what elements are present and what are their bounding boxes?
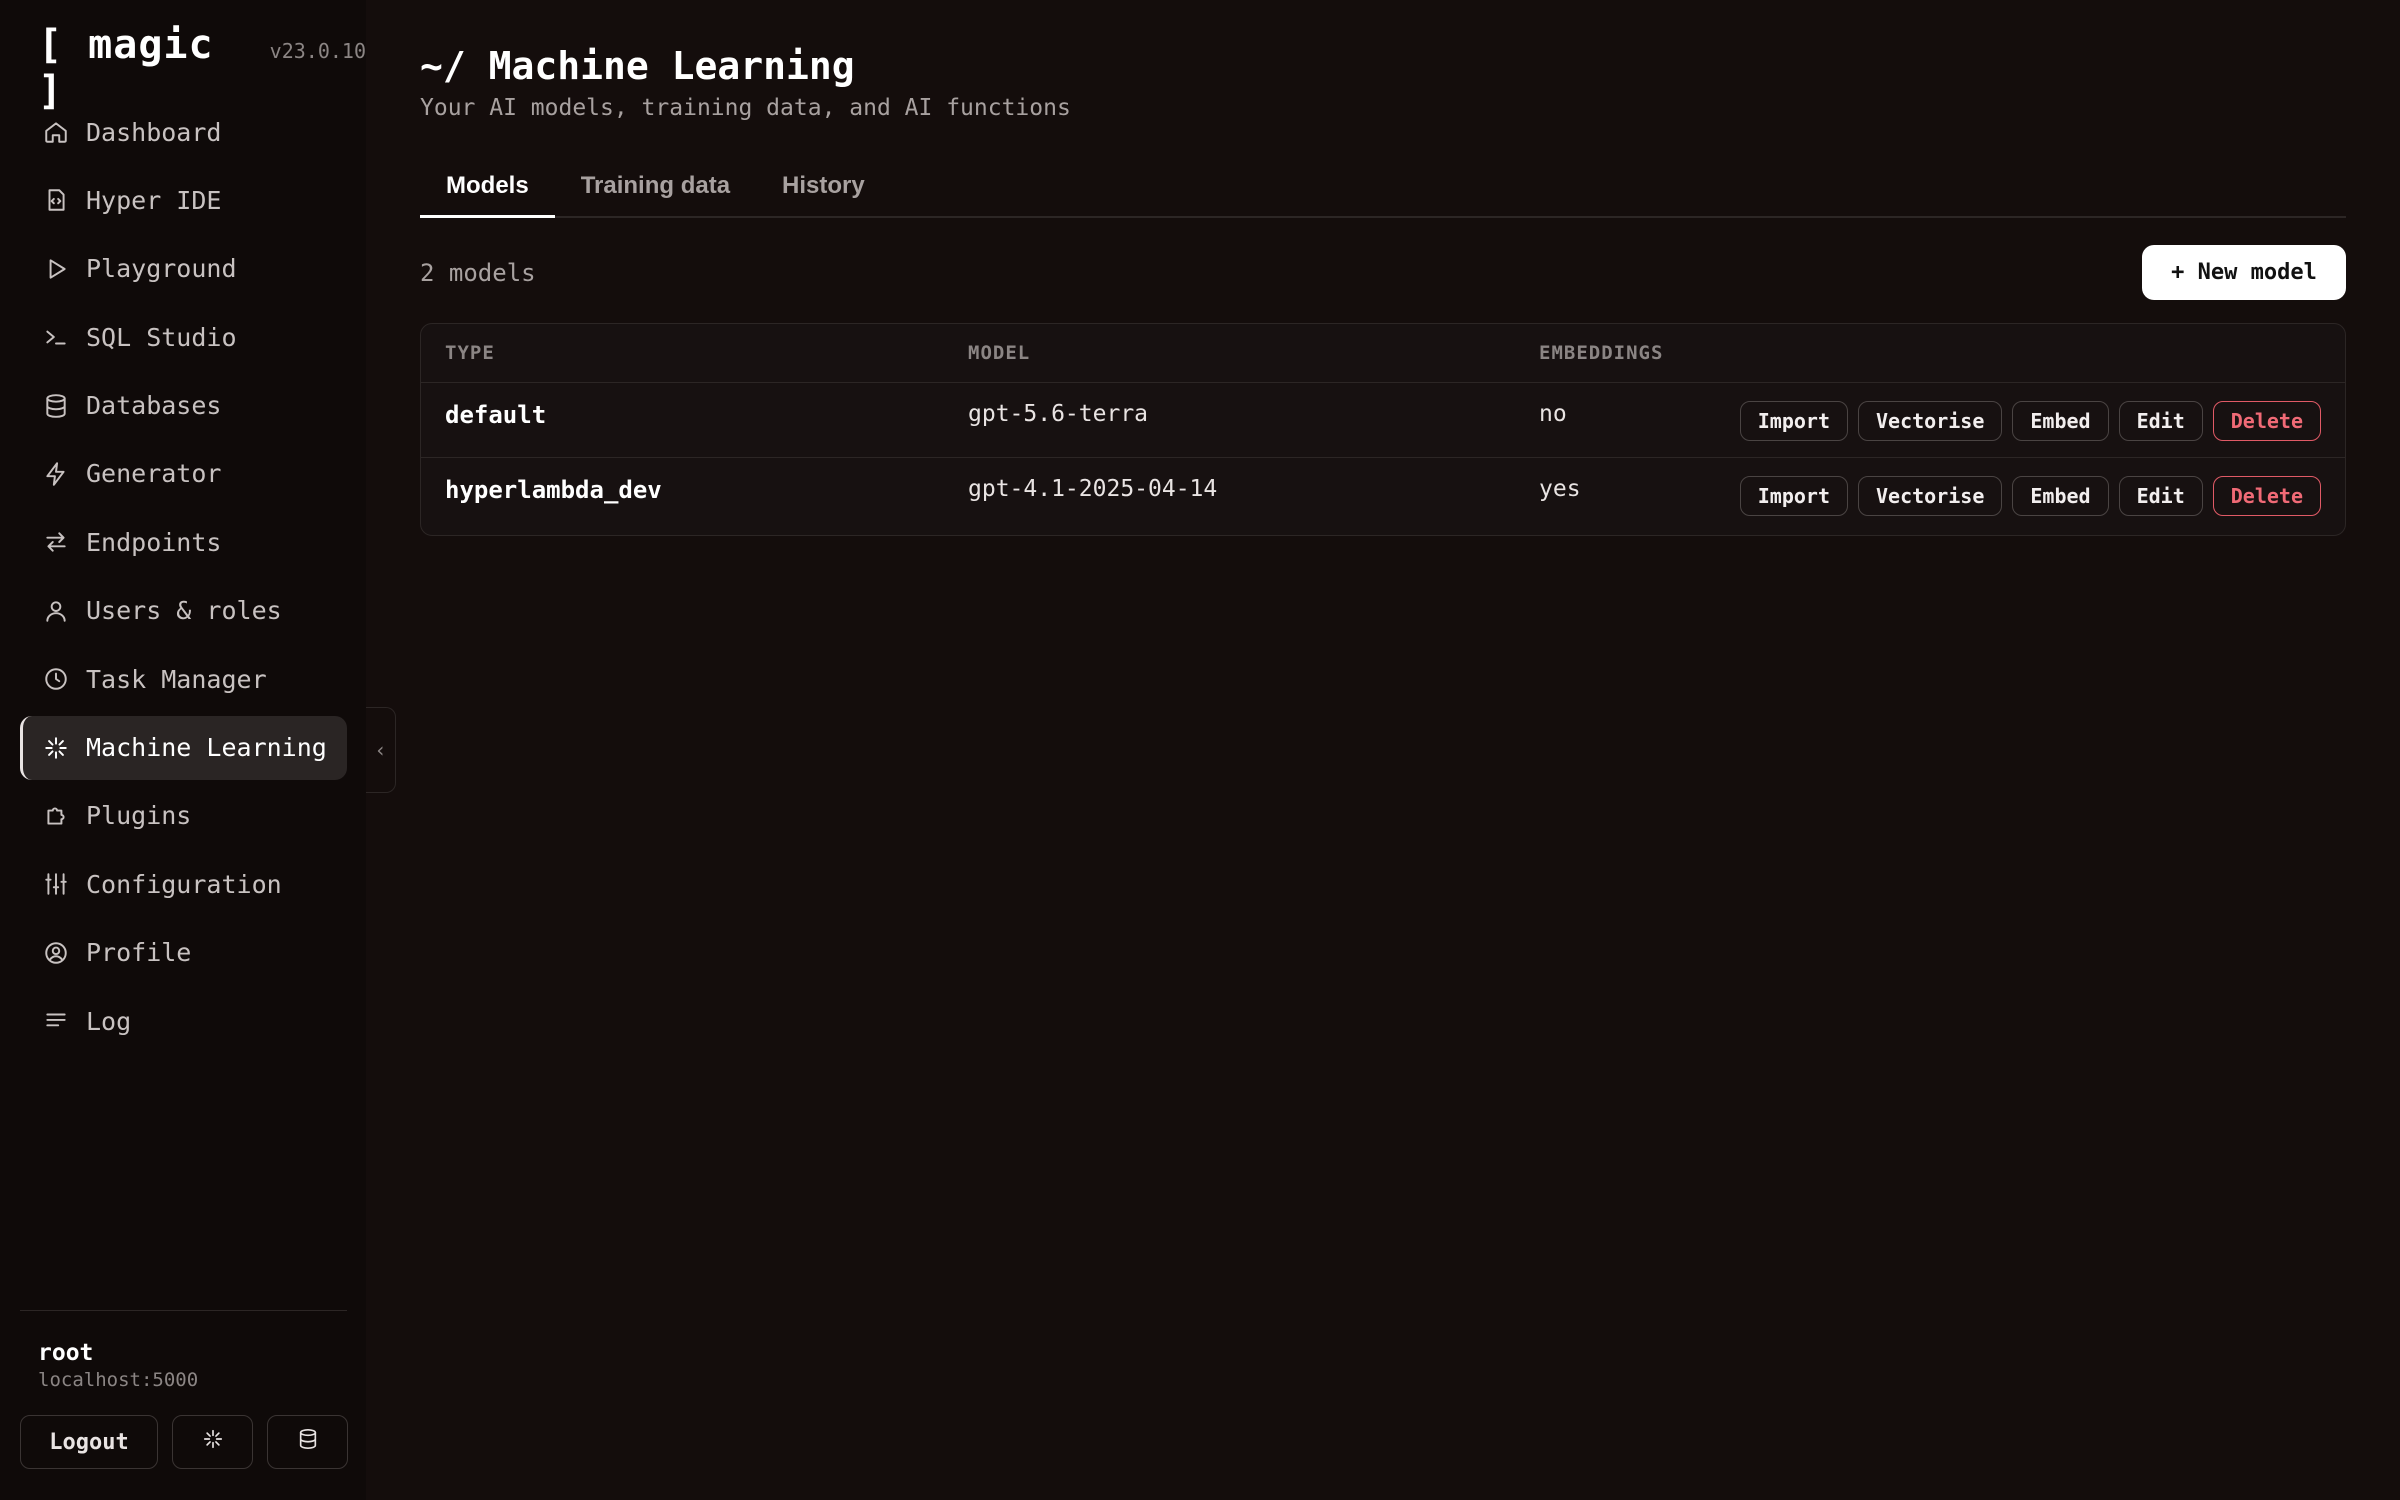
embeddings-value: no	[1539, 401, 1567, 427]
model-name: gpt-4.1-2025-04-14	[968, 476, 1218, 502]
column-header-type: TYPE	[445, 342, 495, 364]
page-subtitle: Your AI models, training data, and AI fu…	[420, 95, 1071, 121]
edit-button[interactable]: Edit	[2118, 401, 2203, 441]
sidebar-item-label: SQL Studio	[86, 322, 237, 352]
sidebar: [ magic ] v23.0.10 Dashboard Hyper IDE P…	[0, 0, 366, 1500]
user-circle-icon	[42, 939, 70, 967]
tab-history[interactable]: History	[756, 162, 891, 218]
sidebar-item-endpoints[interactable]: Endpoints	[20, 510, 347, 574]
tab-training-data[interactable]: Training data	[555, 162, 756, 218]
import-button[interactable]: Import	[1739, 476, 1848, 516]
delete-button[interactable]: Delete	[2212, 476, 2321, 516]
sidebar-divider	[20, 1310, 347, 1311]
sidebar-item-label: Task Manager	[86, 664, 267, 694]
row-actions: Import Vectorise Embed Edit Delete	[1739, 401, 2321, 441]
column-header-model: MODEL	[968, 342, 1031, 364]
sidebar-item-label: Log	[86, 1006, 132, 1036]
sidebar-item-label: Plugins	[86, 801, 192, 831]
terminal-icon	[42, 323, 70, 351]
user-name: root	[38, 1340, 94, 1366]
embed-button[interactable]: Embed	[2012, 476, 2109, 516]
home-icon	[42, 118, 70, 146]
spark-icon	[202, 1428, 224, 1456]
sidebar-nav: Dashboard Hyper IDE Playground SQL Studi…	[20, 100, 347, 1057]
sidebar-item-label: Endpoints	[86, 527, 222, 557]
clock-icon	[42, 665, 70, 693]
sidebar-item-playground[interactable]: Playground	[20, 237, 347, 301]
embed-button[interactable]: Embed	[2012, 401, 2109, 441]
models-table: TYPE MODEL EMBEDDINGS default gpt-5.6-te…	[420, 323, 2346, 536]
new-model-button[interactable]: + New model	[2142, 245, 2346, 300]
sidebar-item-plugins[interactable]: Plugins	[20, 784, 347, 848]
sidebar-collapse-toggle[interactable]: ‹	[366, 707, 396, 793]
tab-bar: Models Training data History	[420, 162, 2346, 218]
database-shortcut-button[interactable]	[267, 1415, 348, 1469]
tab-models[interactable]: Models	[420, 162, 555, 218]
play-icon	[42, 255, 70, 283]
table-header: TYPE MODEL EMBEDDINGS	[421, 324, 2345, 383]
sidebar-item-label: Machine Learning	[86, 733, 327, 763]
edit-button[interactable]: Edit	[2118, 476, 2203, 516]
bolt-icon	[42, 460, 70, 488]
database-icon	[42, 392, 70, 420]
sidebar-item-machine-learning[interactable]: Machine Learning	[20, 715, 347, 780]
sidebar-item-label: Hyper IDE	[86, 185, 222, 215]
models-count: 2 models	[420, 259, 536, 287]
user-icon	[42, 597, 70, 625]
embeddings-value: yes	[1539, 476, 1581, 502]
logout-button[interactable]: Logout	[20, 1415, 158, 1469]
table-row: hyperlambda_dev gpt-4.1-2025-04-14 yes I…	[421, 458, 2345, 533]
sidebar-item-task-manager[interactable]: Task Manager	[20, 647, 347, 711]
sidebar-item-databases[interactable]: Databases	[20, 374, 347, 438]
machine-learning-shortcut-button[interactable]	[172, 1415, 253, 1469]
sidebar-item-label: Generator	[86, 459, 222, 489]
sidebar-item-users-roles[interactable]: Users & roles	[20, 579, 347, 643]
puzzle-icon	[42, 802, 70, 830]
user-host: localhost:5000	[38, 1369, 199, 1391]
chevron-left-icon: ‹	[374, 738, 387, 762]
page-title: ~/ Machine Learning	[420, 44, 855, 88]
model-type: default	[445, 401, 547, 429]
column-header-embeddings: EMBEDDINGS	[1539, 342, 1664, 364]
row-actions: Import Vectorise Embed Edit Delete	[1739, 476, 2321, 516]
table-row: default gpt-5.6-terra no Import Vectoris…	[421, 383, 2345, 458]
spark-icon	[42, 734, 70, 762]
vectorise-button[interactable]: Vectorise	[1857, 401, 2003, 441]
sidebar-item-dashboard[interactable]: Dashboard	[20, 100, 347, 164]
delete-button[interactable]: Delete	[2212, 401, 2321, 441]
sidebar-item-label: Dashboard	[86, 117, 222, 147]
sidebar-item-log[interactable]: Log	[20, 989, 347, 1053]
lines-icon	[42, 1007, 70, 1035]
code-file-icon	[42, 186, 70, 214]
database-icon	[297, 1428, 319, 1456]
sidebar-item-hyper-ide[interactable]: Hyper IDE	[20, 168, 347, 232]
arrows-icon	[42, 528, 70, 556]
sidebar-item-generator[interactable]: Generator	[20, 442, 347, 506]
sidebar-item-label: Configuration	[86, 869, 282, 899]
sidebar-item-configuration[interactable]: Configuration	[20, 852, 347, 916]
sliders-icon	[42, 870, 70, 898]
sidebar-item-profile[interactable]: Profile	[20, 921, 347, 985]
import-button[interactable]: Import	[1739, 401, 1848, 441]
vectorise-button[interactable]: Vectorise	[1857, 476, 2003, 516]
model-name: gpt-5.6-terra	[968, 401, 1149, 427]
model-type: hyperlambda_dev	[445, 476, 662, 504]
sidebar-item-label: Users & roles	[86, 596, 282, 626]
sidebar-item-label: Profile	[86, 938, 192, 968]
version-label: v23.0.10	[269, 39, 366, 63]
sidebar-item-label: Playground	[86, 254, 237, 284]
sidebar-item-sql-studio[interactable]: SQL Studio	[20, 305, 347, 369]
sidebar-item-label: Databases	[86, 391, 222, 421]
